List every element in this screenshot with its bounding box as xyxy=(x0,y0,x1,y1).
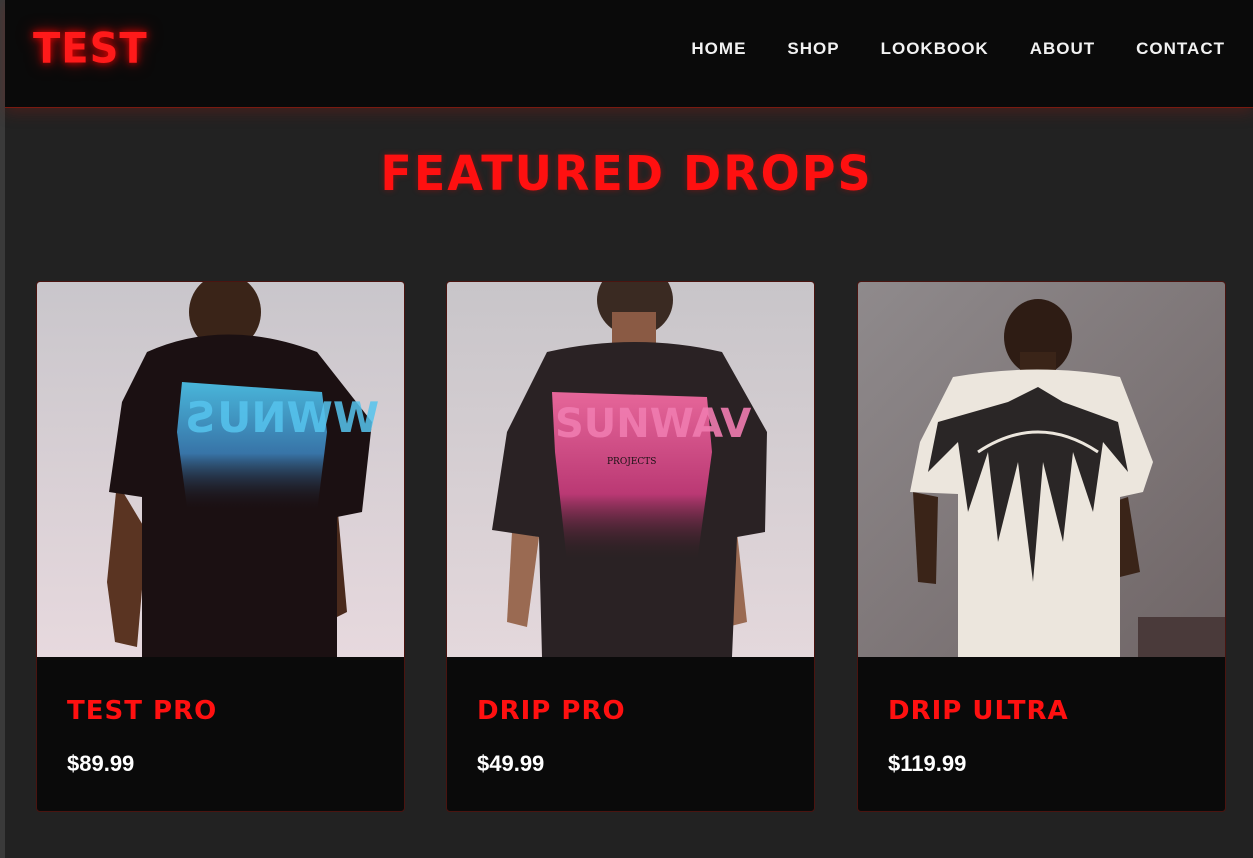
nav-contact-link[interactable]: CONTACT xyxy=(1136,39,1225,59)
product-price: $89.99 xyxy=(67,751,135,776)
site-header: TEST HOME SHOP LOOKBOOK ABOUT CONTACT xyxy=(5,0,1253,108)
svg-text:PROJECTS: PROJECTS xyxy=(607,457,656,467)
product-card[interactable]: DRIP ULTRA $119.99 xyxy=(857,281,1226,812)
nav-about-link[interactable]: ABOUT xyxy=(1030,39,1095,59)
svg-text:SUNWAV: SUNWAV xyxy=(555,401,751,447)
page-frame: TEST HOME SHOP LOOKBOOK ABOUT CONTACT FE… xyxy=(0,0,1253,858)
product-card[interactable]: SUNWAV PROJECTS DRIP PRO $49.99 xyxy=(446,281,815,812)
product-image[interactable]: SUNWAV PROJECTS xyxy=(447,282,814,657)
nav-lookbook-link[interactable]: LOOKBOOK xyxy=(881,39,989,59)
nav-shop-link[interactable]: SHOP xyxy=(787,39,839,59)
site-logo[interactable]: TEST xyxy=(33,25,148,73)
product-image[interactable] xyxy=(858,282,1225,657)
product-price: $119.99 xyxy=(888,751,967,776)
main-nav: HOME SHOP LOOKBOOK ABOUT CONTACT xyxy=(691,39,1225,59)
svg-text:ƧUИWW: ƧUИWW xyxy=(187,393,379,442)
product-name[interactable]: DRIP PRO xyxy=(477,696,626,726)
featured-drops-title: FEATURED DROPS xyxy=(380,144,873,202)
product-price: $49.99 xyxy=(477,751,545,776)
product-card[interactable]: ƧUИWW TEST PRO $89.99 xyxy=(36,281,405,812)
product-name[interactable]: DRIP ULTRA xyxy=(888,696,1069,726)
product-name[interactable]: TEST PRO xyxy=(67,696,217,726)
product-image[interactable]: ƧUИWW xyxy=(37,282,404,657)
nav-home-link[interactable]: HOME xyxy=(691,39,746,59)
